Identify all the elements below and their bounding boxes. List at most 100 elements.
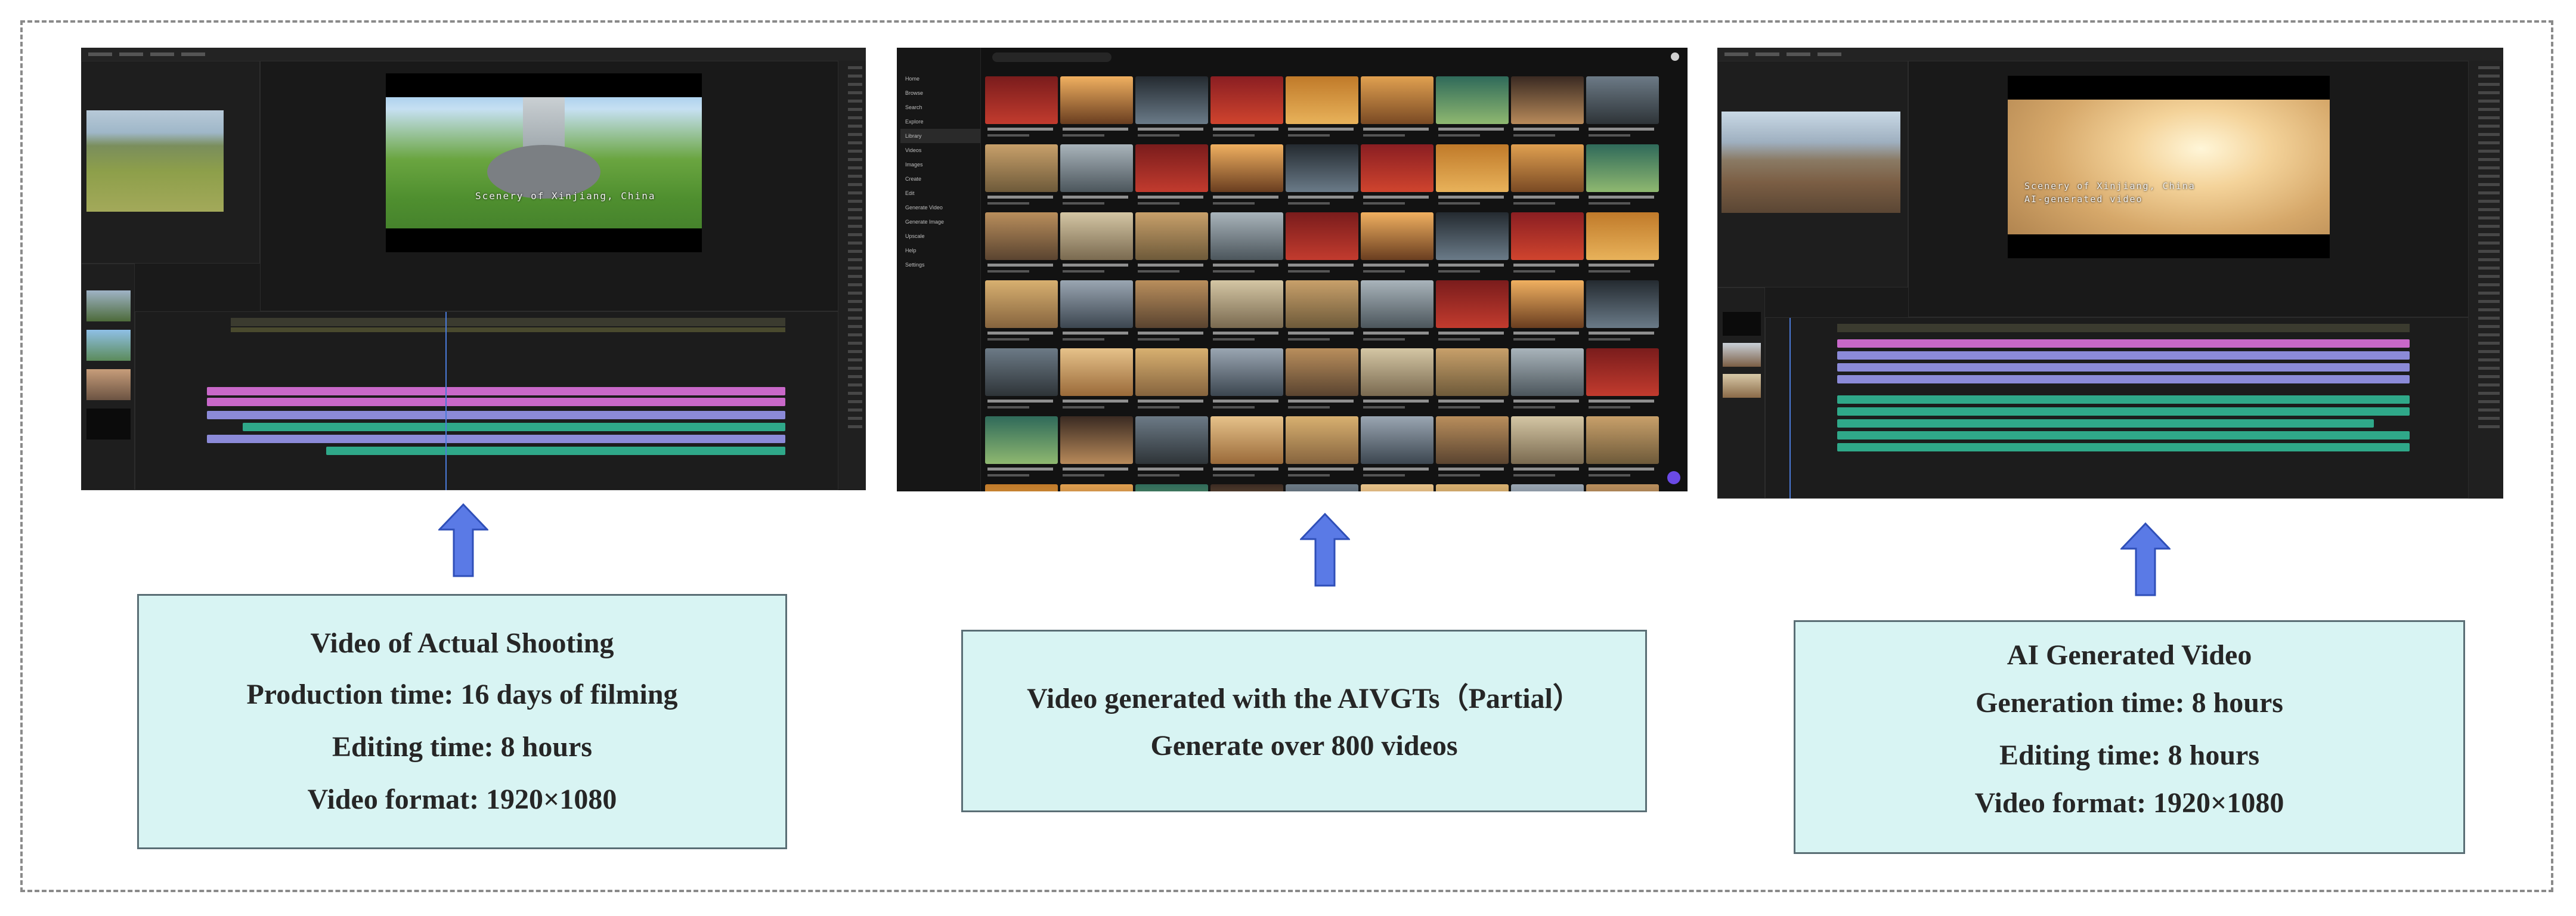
program-monitor: Scenery of Xinjiang, China AI-generated … bbox=[1908, 61, 2469, 317]
video-thumbnail-grid bbox=[985, 76, 1683, 491]
video-thumbnail[interactable] bbox=[1286, 212, 1358, 278]
video-thumbnail[interactable] bbox=[1586, 416, 1659, 482]
sidebar-item[interactable]: Explore bbox=[905, 114, 980, 129]
video-thumbnail[interactable] bbox=[1060, 212, 1133, 278]
video-thumbnail[interactable] bbox=[1135, 484, 1208, 491]
video-thumbnail[interactable] bbox=[1210, 76, 1283, 142]
video-thumbnail[interactable] bbox=[1286, 348, 1358, 414]
profile-avatar[interactable] bbox=[1671, 52, 1679, 61]
editor-menubar bbox=[1717, 48, 2503, 61]
sidebar-item[interactable]: Home bbox=[905, 72, 980, 86]
editor-screenshot-actual: Scenery of Xinjiang, China bbox=[81, 48, 866, 490]
video-thumbnail[interactable] bbox=[1210, 484, 1283, 491]
video-thumbnail[interactable] bbox=[1361, 144, 1433, 210]
sidebar-item[interactable]: Videos bbox=[905, 143, 980, 157]
video-thumbnail[interactable] bbox=[1135, 416, 1208, 482]
video-thumbnail[interactable] bbox=[1436, 280, 1509, 346]
video-thumbnail[interactable] bbox=[985, 416, 1058, 482]
video-thumbnail[interactable] bbox=[1060, 76, 1133, 142]
sidebar-item[interactable]: Generate Image bbox=[905, 215, 980, 229]
sidebar-item[interactable]: Search bbox=[905, 100, 980, 114]
sidebar-item[interactable]: Edit bbox=[905, 186, 980, 200]
video-thumbnail[interactable] bbox=[1511, 76, 1584, 142]
video-thumbnail[interactable] bbox=[1436, 416, 1509, 482]
video-thumbnail[interactable] bbox=[1586, 212, 1659, 278]
video-thumbnail[interactable] bbox=[1511, 416, 1584, 482]
create-fab-button[interactable] bbox=[1667, 471, 1680, 484]
video-thumbnail[interactable] bbox=[1511, 280, 1584, 346]
video-thumbnail[interactable] bbox=[1361, 280, 1433, 346]
up-arrow-icon bbox=[438, 503, 488, 577]
video-thumbnail[interactable] bbox=[1586, 484, 1659, 491]
source-thumbnail bbox=[86, 110, 224, 212]
video-thumbnail[interactable] bbox=[1586, 144, 1659, 210]
video-thumbnail[interactable] bbox=[1436, 484, 1509, 491]
video-thumbnail[interactable] bbox=[1361, 416, 1433, 482]
video-thumbnail[interactable] bbox=[1060, 484, 1133, 491]
video-thumbnail[interactable] bbox=[1586, 280, 1659, 346]
video-thumbnail[interactable] bbox=[1586, 348, 1659, 414]
editor-screenshot-ai: Scenery of Xinjiang, China AI-generated … bbox=[1717, 48, 2503, 499]
up-arrow-icon bbox=[2120, 522, 2171, 596]
video-thumbnail[interactable] bbox=[1060, 144, 1133, 210]
sidebar-item[interactable]: Upscale bbox=[905, 229, 980, 243]
video-thumbnail[interactable] bbox=[985, 280, 1058, 346]
video-thumbnail[interactable] bbox=[1361, 76, 1433, 142]
video-thumbnail[interactable] bbox=[1511, 348, 1584, 414]
video-thumbnail[interactable] bbox=[1060, 280, 1133, 346]
video-thumbnail[interactable] bbox=[1436, 76, 1509, 142]
video-thumbnail[interactable] bbox=[1361, 484, 1433, 491]
video-thumbnail[interactable] bbox=[985, 212, 1058, 278]
video-thumbnail[interactable] bbox=[1586, 76, 1659, 142]
video-thumbnail[interactable] bbox=[1511, 144, 1584, 210]
sidebar-item[interactable]: Browse bbox=[905, 86, 980, 100]
sidebar-item[interactable]: Generate Video bbox=[905, 200, 980, 215]
video-thumbnail[interactable] bbox=[1361, 212, 1433, 278]
video-thumbnail[interactable] bbox=[1436, 212, 1509, 278]
video-thumbnail[interactable] bbox=[985, 144, 1058, 210]
gallery-search-bar[interactable] bbox=[992, 52, 1111, 62]
ai-generated-info-box: AI Generated Video Generation time: 8 ho… bbox=[1794, 620, 2465, 854]
video-thumbnail[interactable] bbox=[1286, 280, 1358, 346]
video-thumbnail[interactable] bbox=[1135, 144, 1208, 210]
video-thumbnail[interactable] bbox=[1286, 76, 1358, 142]
video-thumbnail[interactable] bbox=[985, 348, 1058, 414]
video-thumbnail[interactable] bbox=[1436, 144, 1509, 210]
up-arrow-icon bbox=[1300, 513, 1350, 587]
box-line-editing-time: Editing time: 8 hours bbox=[332, 731, 593, 763]
box-line-title: Video of Actual Shooting bbox=[310, 627, 614, 659]
box-line-generation-time: Generation time: 8 hours bbox=[1976, 687, 2283, 719]
video-thumbnail[interactable] bbox=[1210, 348, 1283, 414]
video-thumbnail[interactable] bbox=[1210, 416, 1283, 482]
box-line-title: Video generated with the AIVGTs（Partial） bbox=[1027, 683, 1581, 714]
actual-shooting-info-box: Video of Actual Shooting Production time… bbox=[137, 594, 787, 849]
video-thumbnail[interactable] bbox=[1210, 212, 1283, 278]
video-thumbnail[interactable] bbox=[985, 76, 1058, 142]
sidebar-item[interactable]: Library bbox=[900, 129, 980, 143]
video-thumbnail[interactable] bbox=[1135, 348, 1208, 414]
video-thumbnail[interactable] bbox=[1286, 484, 1358, 491]
video-thumbnail[interactable] bbox=[1060, 348, 1133, 414]
video-thumbnail[interactable] bbox=[1286, 416, 1358, 482]
aivgt-info-box: Video generated with the AIVGTs（Partial）… bbox=[961, 630, 1647, 812]
box-line-editing-time: Editing time: 8 hours bbox=[1999, 739, 2260, 771]
video-thumbnail[interactable] bbox=[1135, 280, 1208, 346]
sidebar-item[interactable]: Images bbox=[905, 157, 980, 172]
video-thumbnail[interactable] bbox=[1511, 212, 1584, 278]
video-thumbnail[interactable] bbox=[985, 484, 1058, 491]
video-thumbnail[interactable] bbox=[1436, 348, 1509, 414]
video-thumbnail[interactable] bbox=[1210, 144, 1283, 210]
sidebar-item[interactable]: Help bbox=[905, 243, 980, 258]
box-line-title: AI Generated Video bbox=[2007, 639, 2252, 671]
video-thumbnail[interactable] bbox=[1210, 280, 1283, 346]
video-thumbnail[interactable] bbox=[1135, 76, 1208, 142]
timeline-panel bbox=[1765, 317, 2469, 499]
video-thumbnail[interactable] bbox=[1511, 484, 1584, 491]
video-thumbnail[interactable] bbox=[1361, 348, 1433, 414]
sidebar-item[interactable]: Create bbox=[905, 172, 980, 186]
box-line-video-format: Video format: 1920×1080 bbox=[307, 784, 617, 815]
sidebar-item[interactable]: Settings bbox=[905, 258, 980, 272]
video-thumbnail[interactable] bbox=[1060, 416, 1133, 482]
video-thumbnail[interactable] bbox=[1286, 144, 1358, 210]
video-thumbnail[interactable] bbox=[1135, 212, 1208, 278]
